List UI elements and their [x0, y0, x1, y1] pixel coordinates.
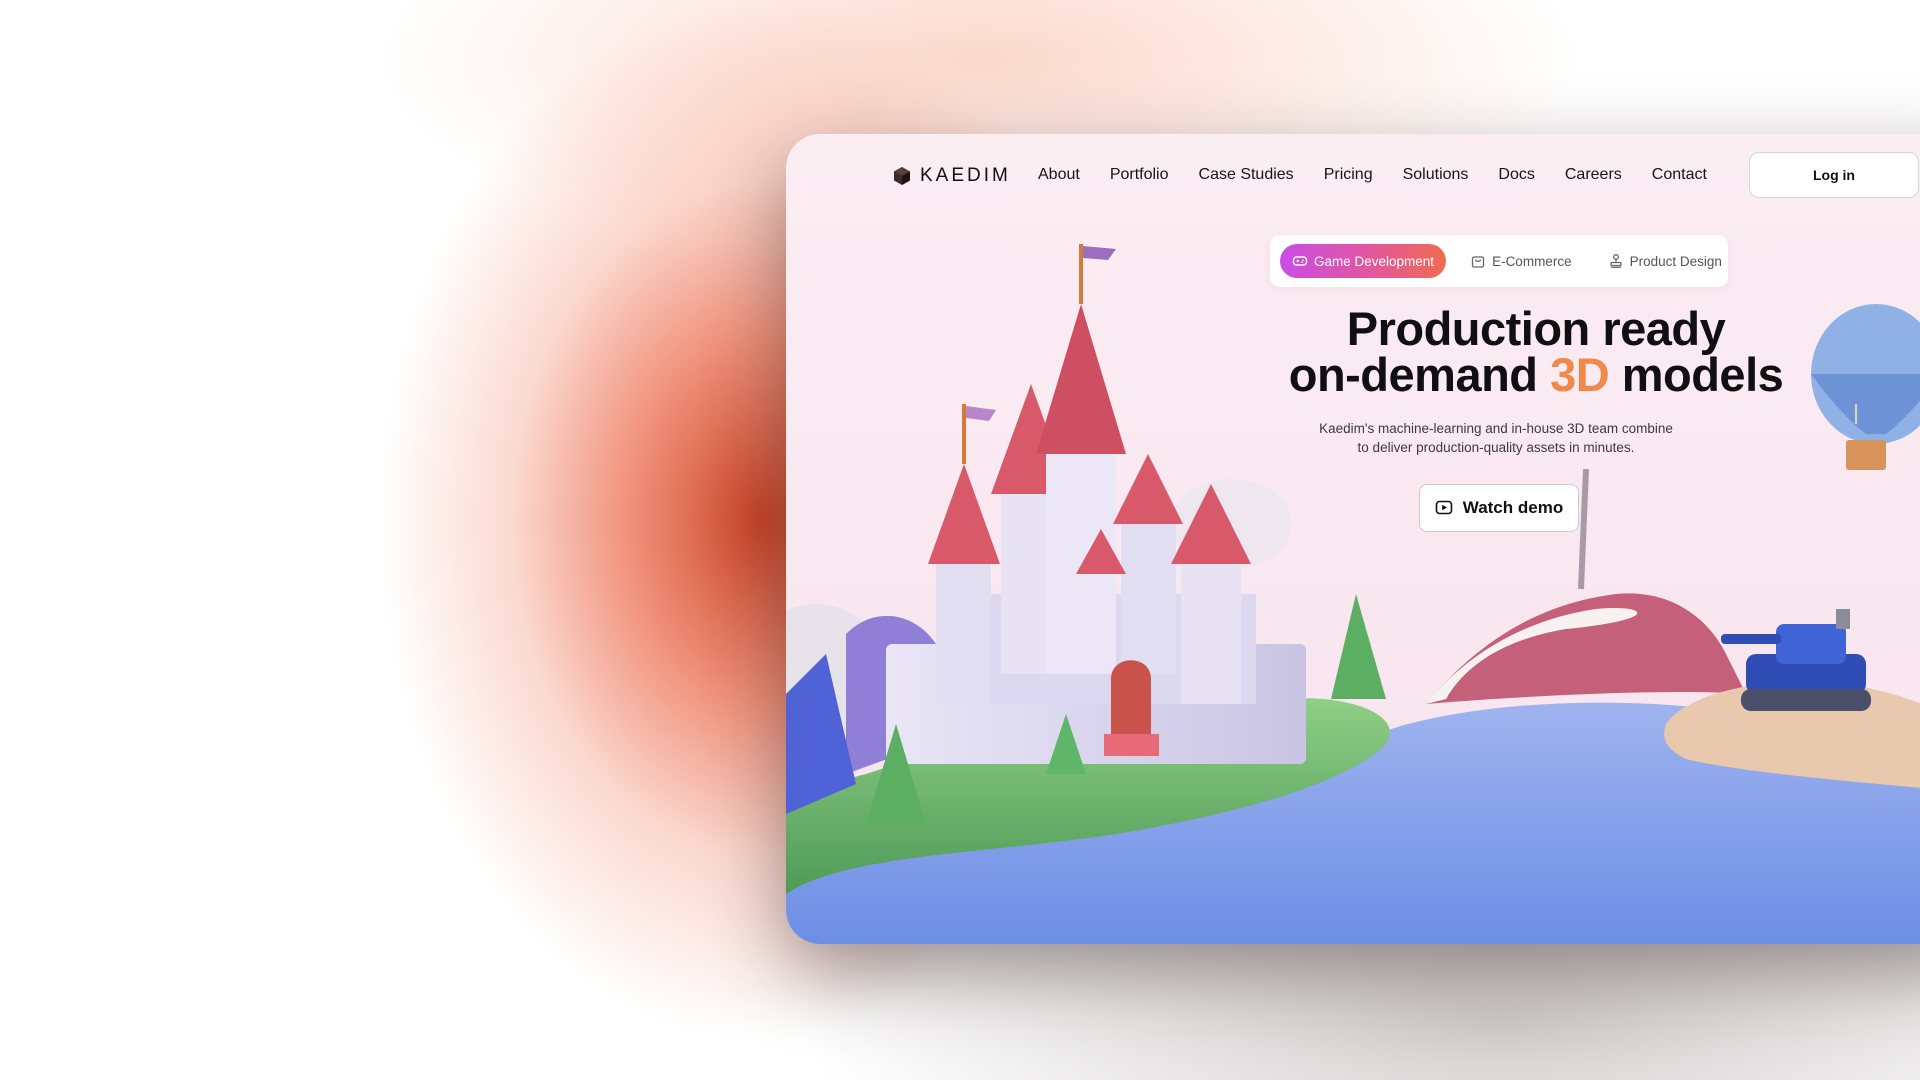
- kaedim-logo[interactable]: KAEDIM: [892, 165, 1011, 187]
- hero-subtitle-line2: to deliver production-quality assets in …: [1357, 440, 1635, 455]
- sword: [1578, 468, 1589, 590]
- castle-carpet: [1104, 734, 1159, 756]
- flag: [1083, 246, 1116, 260]
- watch-demo-label: Watch demo: [1462, 498, 1564, 517]
- tab-label: Game Development: [1314, 253, 1435, 269]
- tab-label: Product Design: [1629, 253, 1722, 269]
- gamepad-icon: [1292, 256, 1308, 266]
- castle-gate: [1111, 660, 1151, 734]
- nav-item-careers[interactable]: Careers: [1565, 166, 1622, 184]
- stamp-icon: [1609, 254, 1622, 268]
- hero-title: Production ready on-demand 3D models: [1166, 302, 1906, 398]
- tab-product-design[interactable]: Product Design: [1596, 244, 1734, 278]
- tank: [1721, 609, 1871, 711]
- tab-label: E-Commerce: [1492, 253, 1572, 269]
- hero-title-line2: on-demand 3D models: [1166, 351, 1906, 398]
- hero-subtitle: Kaedim's machine-learning and in-house 3…: [1296, 419, 1696, 457]
- pink-hill: [1426, 593, 1746, 704]
- tab-game-development[interactable]: Game Development: [1280, 244, 1447, 278]
- shopping-bag-icon: [1471, 256, 1485, 268]
- top-navigation: KAEDIM About Portfolio Case Studies Pric…: [786, 134, 1920, 216]
- hero-title-text: models: [1609, 348, 1784, 401]
- watch-demo-button[interactable]: Watch demo: [1419, 484, 1579, 532]
- nav-menu: About Portfolio Case Studies Pricing Sol…: [1038, 166, 1707, 184]
- nav-item-docs[interactable]: Docs: [1498, 166, 1534, 184]
- nav-item-about[interactable]: About: [1038, 166, 1080, 184]
- login-button[interactable]: Log in: [1749, 152, 1919, 198]
- hero-title-line1: Production ready: [1346, 302, 1726, 355]
- nav-item-contact[interactable]: Contact: [1652, 166, 1707, 184]
- hero-title-text: on-demand: [1288, 348, 1551, 401]
- cube-logo-icon: [894, 167, 910, 185]
- hero-title-accent: 3D: [1550, 348, 1610, 401]
- tab-e-commerce[interactable]: E-Commerce: [1458, 244, 1584, 278]
- nav-item-portfolio[interactable]: Portfolio: [1110, 166, 1169, 184]
- nav-item-case-studies[interactable]: Case Studies: [1199, 166, 1294, 184]
- industry-tabs: Game Development E-Commerce Product Desi…: [1270, 235, 1728, 287]
- nav-item-pricing[interactable]: Pricing: [1324, 166, 1373, 184]
- hero-subtitle-line1: Kaedim's machine-learning and in-house 3…: [1319, 421, 1673, 436]
- brand-name: KAEDIM: [920, 165, 1011, 186]
- play-icon: [1435, 500, 1453, 515]
- nav-item-solutions[interactable]: Solutions: [1403, 166, 1469, 184]
- website-preview: KAEDIM About Portfolio Case Studies Pric…: [786, 134, 1920, 944]
